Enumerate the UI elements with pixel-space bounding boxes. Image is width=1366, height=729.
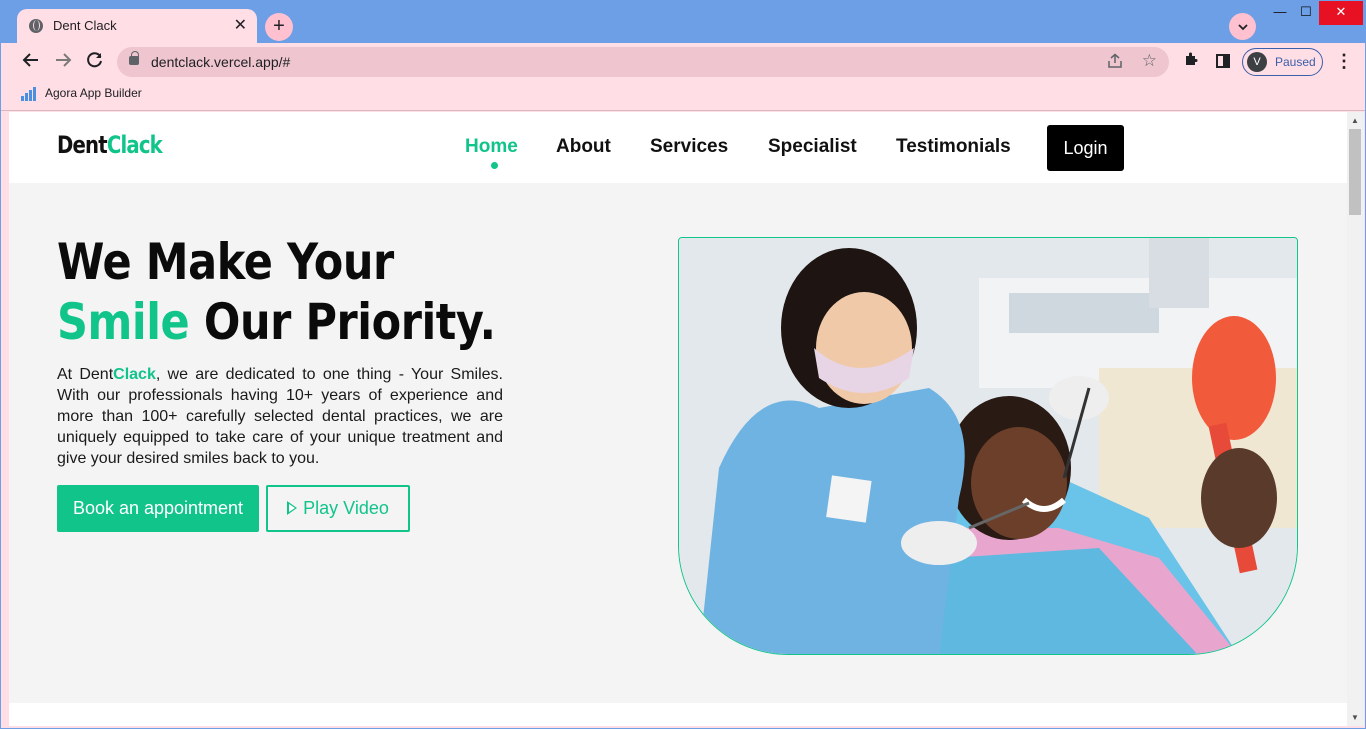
side-panel-icon[interactable] xyxy=(1216,54,1230,68)
tab-strip: Dent Clack ✕ + — ☐ ✕ xyxy=(1,1,1365,43)
browser-tab[interactable]: Dent Clack ✕ xyxy=(17,9,257,43)
globe-icon xyxy=(29,19,43,33)
profile-button[interactable]: V Paused xyxy=(1242,48,1323,76)
tab-search-button[interactable] xyxy=(1229,13,1256,40)
scroll-up-arrow-icon[interactable]: ▲ xyxy=(1351,116,1359,125)
site-header: DentClack Home About Services Specialist… xyxy=(9,112,1347,183)
logo-part-dent: Dent xyxy=(57,131,108,159)
share-icon[interactable] xyxy=(1107,53,1123,72)
headline-smile: Smile xyxy=(57,293,190,351)
url-text[interactable]: dentclack.vercel.app/# xyxy=(151,54,290,70)
para-clack: Clack xyxy=(113,366,156,383)
active-indicator-dot xyxy=(491,162,498,169)
play-icon xyxy=(287,500,298,515)
reload-icon xyxy=(87,52,102,68)
page-viewport: DentClack Home About Services Specialist… xyxy=(9,112,1347,726)
kebab-menu-icon[interactable]: ⋮ xyxy=(1335,51,1353,72)
bar-chart-icon xyxy=(21,86,37,101)
browser-window: Dent Clack ✕ + — ☐ ✕ dentclack.vercel.ap… xyxy=(0,0,1366,729)
profile-status: Paused xyxy=(1275,55,1316,69)
chevron-down-icon xyxy=(1237,24,1248,31)
nav-services[interactable]: Services xyxy=(650,136,728,158)
address-bar[interactable]: dentclack.vercel.app/# ☆ xyxy=(117,47,1169,77)
dentist-patient-photo xyxy=(678,237,1298,655)
forward-button[interactable] xyxy=(51,51,75,74)
play-video-button[interactable]: Play Video xyxy=(266,485,410,532)
vertical-scrollbar[interactable]: ▲ ▼ xyxy=(1347,112,1364,726)
nav-home[interactable]: Home xyxy=(465,136,518,158)
nav-specialist[interactable]: Specialist xyxy=(768,136,857,158)
bookmark-star-icon[interactable]: ☆ xyxy=(1142,51,1157,71)
browser-toolbar: dentclack.vercel.app/# ☆ V Paused ⋮ xyxy=(1,43,1365,81)
arrow-right-icon xyxy=(56,53,72,67)
window-close-button[interactable]: ✕ xyxy=(1319,1,1363,25)
para-part-1: At Dent xyxy=(57,366,114,383)
hero-description: At DentClack, we are dedicated to one th… xyxy=(57,364,503,469)
headline-part-2: Our Priority. xyxy=(189,293,496,351)
bookmark-agora[interactable]: Agora App Builder xyxy=(21,86,142,101)
bookmark-label: Agora App Builder xyxy=(45,86,142,100)
new-tab-button[interactable]: + xyxy=(265,13,293,41)
nav-about[interactable]: About xyxy=(556,136,611,158)
login-button[interactable]: Login xyxy=(1047,125,1124,171)
next-section-edge xyxy=(9,703,1347,726)
scrollbar-thumb[interactable] xyxy=(1349,129,1361,215)
play-video-label: Play Video xyxy=(303,498,389,518)
bookmarks-bar: Agora App Builder xyxy=(1,81,1365,111)
lock-icon xyxy=(129,51,139,65)
hero-headline: We Make Your Smile Our Priority. xyxy=(57,232,539,352)
logo-part-clack: Clack xyxy=(106,131,163,159)
site-logo[interactable]: DentClack xyxy=(57,131,163,159)
reload-button[interactable] xyxy=(83,51,107,74)
extensions-puzzle-icon[interactable] xyxy=(1183,51,1199,72)
book-appointment-button[interactable]: Book an appointment xyxy=(57,485,259,532)
back-button[interactable] xyxy=(19,51,43,74)
scroll-down-arrow-icon[interactable]: ▼ xyxy=(1351,713,1359,722)
nav-testimonials[interactable]: Testimonials xyxy=(896,136,1011,158)
headline-part-1: We Make Your xyxy=(57,233,394,291)
arrow-left-icon xyxy=(22,53,38,67)
tab-title: Dent Clack xyxy=(53,18,117,33)
tab-close-icon[interactable]: ✕ xyxy=(234,15,247,35)
avatar: V xyxy=(1247,52,1267,72)
